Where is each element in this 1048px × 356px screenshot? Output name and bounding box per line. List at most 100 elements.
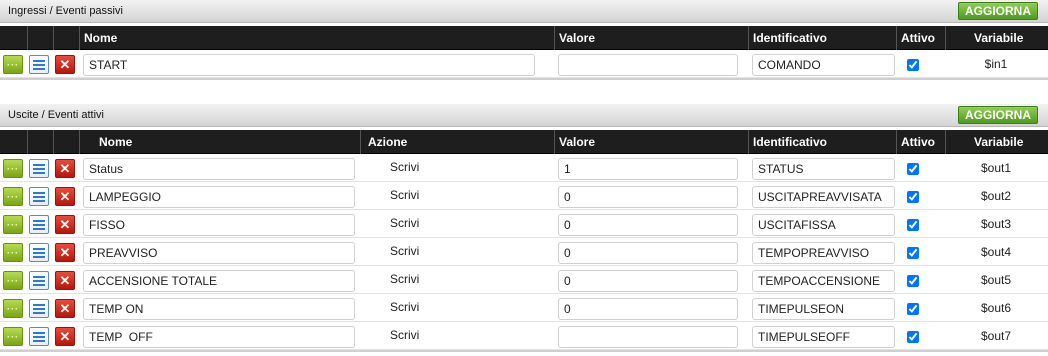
column-header-action[interactable]: Azione [368, 130, 407, 154]
edit-button[interactable]: ··· [3, 327, 23, 346]
name-field[interactable] [83, 242, 355, 264]
edit-button[interactable]: ··· [3, 55, 23, 74]
column-header-name[interactable]: Nome [84, 26, 117, 50]
name-field[interactable] [83, 54, 535, 76]
dots-icon: ··· [7, 192, 19, 202]
delete-button[interactable]: ✕ [55, 55, 75, 74]
details-button[interactable] [29, 299, 49, 318]
outputs-section-header: Uscite / Eventi attivi AGGIORNA [0, 104, 1048, 127]
identifier-field[interactable] [752, 270, 895, 292]
table-row: ··· ✕ Scrivi $out1 [0, 154, 1048, 182]
inputs-table-body: ··· ✕ $in1 [0, 50, 1048, 80]
identifier-field[interactable] [752, 326, 895, 348]
active-checkbox[interactable] [907, 275, 919, 287]
column-divider [79, 26, 80, 50]
inputs-refresh-button[interactable]: AGGIORNA [958, 2, 1038, 20]
name-field[interactable] [83, 326, 355, 348]
column-divider [554, 26, 555, 50]
identifier-field[interactable] [752, 242, 895, 264]
column-header-name[interactable]: Nome [99, 130, 132, 154]
delete-button[interactable]: ✕ [55, 215, 75, 234]
variable-label: $out6 [980, 301, 1012, 315]
column-header-identifier[interactable]: Identificativo [753, 130, 827, 154]
value-field[interactable] [558, 242, 738, 264]
active-checkbox[interactable] [907, 247, 919, 259]
details-button[interactable] [29, 271, 49, 290]
details-button[interactable] [29, 327, 49, 346]
column-divider [53, 130, 54, 154]
inputs-section-title: Ingressi / Eventi passivi [8, 5, 123, 17]
dots-icon: ··· [7, 332, 19, 342]
edit-button[interactable]: ··· [3, 187, 23, 206]
value-field[interactable] [558, 270, 738, 292]
details-button[interactable] [29, 159, 49, 178]
name-field[interactable] [83, 158, 355, 180]
identifier-field[interactable] [752, 298, 895, 320]
inputs-table-header: Nome Valore Identificativo Attivo Variab… [0, 26, 1048, 50]
column-header-value[interactable]: Valore [559, 26, 595, 50]
active-checkbox[interactable] [907, 163, 919, 175]
value-field[interactable] [558, 54, 738, 76]
action-label: Scrivi [390, 216, 420, 230]
outputs-section: Uscite / Eventi attivi AGGIORNA Nome Azi… [0, 104, 1048, 352]
name-field[interactable] [83, 186, 355, 208]
column-header-active[interactable]: Attivo [901, 130, 935, 154]
column-header-value[interactable]: Valore [559, 130, 595, 154]
identifier-field[interactable] [752, 214, 895, 236]
dots-icon: ··· [7, 164, 19, 174]
close-icon: ✕ [59, 245, 71, 260]
table-row: ··· ✕ Scrivi $out3 [0, 210, 1048, 238]
column-divider [79, 130, 80, 154]
active-checkbox[interactable] [907, 59, 919, 71]
active-checkbox[interactable] [907, 303, 919, 315]
table-row: ··· ✕ Scrivi $out6 [0, 294, 1048, 322]
identifier-field[interactable] [752, 54, 895, 76]
active-checkbox[interactable] [907, 219, 919, 231]
outputs-refresh-button[interactable]: AGGIORNA [958, 106, 1038, 124]
edit-button[interactable]: ··· [3, 215, 23, 234]
delete-button[interactable]: ✕ [55, 159, 75, 178]
edit-button[interactable]: ··· [3, 243, 23, 262]
value-field[interactable] [558, 326, 738, 348]
delete-button[interactable]: ✕ [55, 327, 75, 346]
edit-button[interactable]: ··· [3, 299, 23, 318]
table-row: ··· ✕ Scrivi $out7 [0, 322, 1048, 350]
action-label: Scrivi [390, 328, 420, 342]
active-checkbox[interactable] [907, 191, 919, 203]
name-field[interactable] [83, 214, 355, 236]
delete-button[interactable]: ✕ [55, 299, 75, 318]
variable-label: $out7 [980, 329, 1012, 343]
value-field[interactable] [558, 186, 738, 208]
outputs-table-body: ··· ✕ Scrivi $out1 ··· ✕ Scrivi $out2 ··· ✕ Scrivi… [0, 154, 1048, 352]
name-field[interactable] [83, 270, 355, 292]
dots-icon: ··· [7, 304, 19, 314]
close-icon: ✕ [59, 161, 71, 176]
column-header-variable[interactable]: Variabile [974, 26, 1023, 50]
column-header-variable[interactable]: Variabile [974, 130, 1023, 154]
delete-button[interactable]: ✕ [55, 271, 75, 290]
close-icon: ✕ [59, 273, 71, 288]
identifier-field[interactable] [752, 186, 895, 208]
value-field[interactable] [558, 298, 738, 320]
outputs-section-title: Uscite / Eventi attivi [8, 109, 104, 121]
column-header-identifier[interactable]: Identificativo [753, 26, 827, 50]
value-field[interactable] [558, 214, 738, 236]
variable-label: $out4 [980, 245, 1012, 259]
value-field[interactable] [558, 158, 738, 180]
edit-button[interactable]: ··· [3, 159, 23, 178]
variable-label: $out2 [980, 189, 1012, 203]
active-checkbox[interactable] [907, 331, 919, 343]
identifier-field[interactable] [752, 158, 895, 180]
details-button[interactable] [29, 187, 49, 206]
details-button[interactable] [29, 243, 49, 262]
column-header-active[interactable]: Attivo [901, 26, 935, 50]
delete-button[interactable]: ✕ [55, 243, 75, 262]
details-button[interactable] [29, 215, 49, 234]
details-button[interactable] [29, 55, 49, 74]
name-field[interactable] [83, 298, 355, 320]
column-divider [554, 130, 555, 154]
edit-button[interactable]: ··· [3, 271, 23, 290]
inputs-section-header: Ingressi / Eventi passivi AGGIORNA [0, 0, 1048, 23]
column-divider [27, 26, 28, 50]
delete-button[interactable]: ✕ [55, 187, 75, 206]
